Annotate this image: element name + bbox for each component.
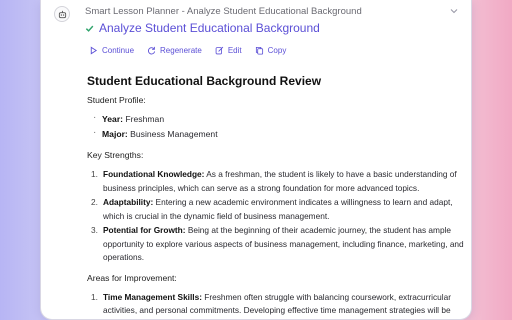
copy-icon bbox=[255, 46, 263, 55]
improvement-list: 1. Time Management Skills: Freshmen often… bbox=[88, 291, 467, 318]
task-title: Analyze Student Educational Background bbox=[99, 21, 320, 35]
refresh-icon bbox=[148, 46, 156, 55]
profile-value: Freshman bbox=[123, 114, 165, 124]
continue-button[interactable]: Continue bbox=[89, 46, 134, 55]
breadcrumb: Smart Lesson Planner - Analyze Student E… bbox=[85, 6, 362, 17]
regenerate-label: Regenerate bbox=[160, 46, 202, 55]
chevron-down-icon[interactable] bbox=[449, 6, 459, 16]
profile-key: Year: bbox=[102, 114, 124, 124]
edit-icon bbox=[215, 46, 224, 55]
item-key: Potential for Growth: bbox=[103, 225, 186, 235]
copy-label: Copy bbox=[267, 46, 287, 55]
robot-icon bbox=[58, 10, 66, 18]
edit-button[interactable]: Edit bbox=[215, 46, 242, 55]
item-key: Time Management Skills: bbox=[103, 291, 202, 302]
profile-heading: Student Profile: bbox=[87, 95, 146, 105]
list-item: 1. Foundational Knowledge: As a freshman,… bbox=[88, 168, 467, 195]
item-number: 2. bbox=[91, 197, 98, 207]
strengths-list: 1. Foundational Knowledge: As a freshman,… bbox=[88, 168, 467, 265]
list-item: 1. Time Management Skills: Freshmen often… bbox=[88, 291, 467, 318]
list-item: 3. Potential for Growth: Being at the beg… bbox=[88, 224, 467, 265]
edit-label: Edit bbox=[227, 46, 242, 55]
strengths-heading: Key Strengths: bbox=[87, 150, 144, 160]
item-key: Adaptability: bbox=[103, 197, 154, 207]
action-bar: Continue Regenerate Edit Copy bbox=[89, 46, 299, 55]
response-heading: Student Educational Background Review bbox=[87, 74, 322, 88]
copy-button[interactable]: Copy bbox=[255, 46, 287, 55]
regenerate-button[interactable]: Regenerate bbox=[147, 46, 202, 55]
profile-key: Major: bbox=[102, 129, 128, 139]
list-item: Year: Freshman bbox=[93, 112, 467, 125]
item-number: 1. bbox=[91, 291, 98, 302]
item-text: Entering a new academic environment indi… bbox=[103, 197, 453, 221]
bot-avatar bbox=[54, 6, 70, 22]
play-icon bbox=[90, 46, 98, 55]
item-number: 3. bbox=[91, 225, 98, 235]
item-key: Foundational Knowledge: bbox=[103, 169, 205, 179]
item-number: 1. bbox=[91, 169, 98, 179]
continue-label: Continue bbox=[102, 46, 135, 55]
profile-value: Business Management bbox=[127, 129, 218, 139]
profile-list: Year: Freshman Major: Business Managemen… bbox=[93, 112, 467, 140]
chat-message-panel: Smart Lesson Planner - Analyze Student E… bbox=[40, 0, 472, 320]
improvement-heading: Areas for Improvement: bbox=[87, 272, 177, 283]
list-item: Major: Business Management bbox=[93, 127, 467, 140]
check-icon bbox=[85, 25, 94, 32]
list-item: 2. Adaptability: Entering a new academic … bbox=[88, 196, 467, 223]
response-content: Student Educational Background Review St… bbox=[87, 74, 467, 319]
task-title-row: Analyze Student Educational Background bbox=[85, 21, 320, 35]
